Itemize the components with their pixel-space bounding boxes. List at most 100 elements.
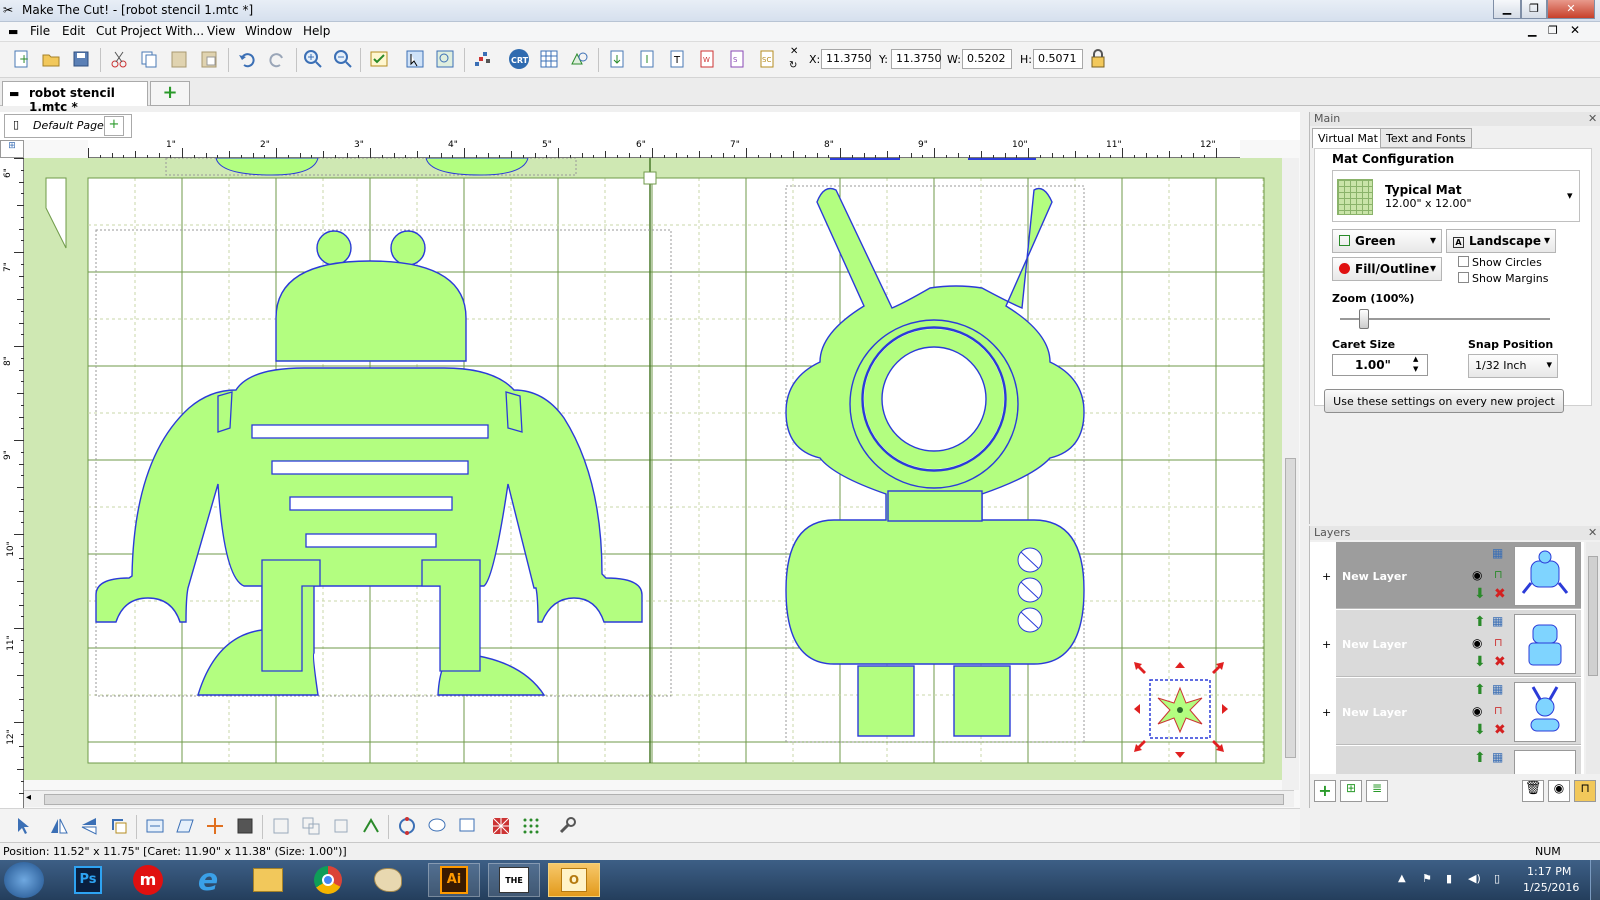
copy-button[interactable] — [136, 46, 162, 72]
lock-all-icon[interactable]: ⊓ — [1574, 780, 1596, 802]
layer-visible-icon[interactable]: ◉ — [1472, 568, 1482, 582]
welding-button[interactable] — [566, 46, 592, 72]
rectangle-icon[interactable] — [454, 813, 480, 839]
add-tab-button[interactable]: + — [150, 81, 190, 106]
add-layer-button[interactable]: + — [1314, 780, 1336, 802]
layer-visible-icon[interactable]: ◉ — [1472, 636, 1482, 650]
layer-grid-icon[interactable]: ▦ — [1492, 546, 1503, 560]
layers-scroll-thumb[interactable] — [1588, 556, 1598, 676]
import-text-button[interactable]: T — [664, 46, 690, 72]
redo-button[interactable] — [264, 46, 290, 72]
battery-icon[interactable]: ▯ — [1494, 872, 1500, 885]
ie-icon[interactable]: e — [182, 863, 234, 898]
zoom-slider-track[interactable] — [1340, 318, 1550, 320]
layer-row[interactable]: New Layer ⬆ ▦ ◉ ⊓ ⬇ ✖ — [1336, 610, 1581, 677]
menu-cut-project[interactable]: Cut Project With... — [96, 24, 204, 38]
file-explorer-icon[interactable] — [242, 863, 294, 897]
layer-up-icon[interactable]: ⬆ — [1474, 750, 1486, 766]
minimize-button[interactable]: ▁ — [1493, 0, 1521, 19]
pixel-trace-button[interactable] — [470, 46, 496, 72]
layer-down-icon[interactable]: ⬇ — [1474, 654, 1486, 670]
width-field[interactable]: 0.5202 — [962, 49, 1012, 69]
import-wpc-button[interactable]: W — [694, 46, 720, 72]
align-icon[interactable] — [202, 813, 228, 839]
expand-icon[interactable]: + — [1322, 570, 1331, 583]
menu-window[interactable]: Window — [245, 24, 292, 38]
vertical-scroll-thumb[interactable] — [1285, 458, 1296, 758]
layer-down-icon[interactable]: ⬇ — [1474, 722, 1486, 738]
scroll-left-icon[interactable]: ◂ — [26, 792, 31, 803]
mdi-close-button[interactable]: ✕ — [1570, 23, 1580, 37]
add-page-button[interactable]: + — [104, 116, 124, 136]
paste-special-button[interactable] — [196, 46, 222, 72]
show-margins-checkbox[interactable]: Show Margins — [1458, 272, 1548, 285]
orientation-select[interactable]: A Landscape — [1446, 229, 1556, 253]
flip-vertical-icon[interactable] — [76, 813, 102, 839]
tray-up-icon[interactable]: ▲ — [1398, 873, 1406, 884]
snap-position-select[interactable]: 1/32 Inch — [1468, 354, 1558, 378]
layer-unlock-icon[interactable]: ⊓ — [1494, 704, 1503, 717]
layers-close-icon[interactable]: ✕ — [1588, 526, 1597, 539]
layer-row-partial[interactable]: ⬆ ▦ — [1336, 746, 1581, 774]
layer-delete-icon[interactable]: ✖ — [1494, 654, 1506, 670]
y-field[interactable]: 11.3750 — [891, 49, 942, 69]
wrench-icon[interactable] — [554, 813, 580, 839]
import-scut-button[interactable]: SC — [754, 46, 780, 72]
layer-grid-icon[interactable]: ▦ — [1492, 682, 1503, 696]
make-the-cut-task-icon[interactable]: THE — [488, 863, 540, 897]
layers-scrollbar[interactable] — [1586, 542, 1600, 774]
network-icon[interactable]: ▮ — [1446, 872, 1452, 885]
mat-canvas[interactable] — [24, 157, 1294, 780]
layer-grid-icon[interactable]: ▦ — [1492, 614, 1503, 628]
layer-up-icon[interactable]: ⬆ — [1474, 614, 1486, 630]
menu-view[interactable]: View — [207, 24, 235, 38]
flip-horizontal-icon[interactable] — [46, 813, 72, 839]
group-icon[interactable] — [268, 813, 294, 839]
trace-button[interactable] — [432, 46, 458, 72]
x-field[interactable]: 11.3750 — [821, 49, 872, 69]
layer-delete-icon[interactable]: ✖ — [1494, 722, 1506, 738]
spinner-up-icon[interactable]: ▲ — [1413, 355, 1418, 363]
clock-date[interactable]: 1/25/2016 — [1523, 881, 1579, 894]
weld-icon[interactable] — [328, 813, 354, 839]
layer-row[interactable]: New Layer ⬆ ▦ ◉ ⊓ ⬇ ✖ — [1336, 678, 1581, 745]
start-button[interactable] — [4, 862, 44, 898]
mdi-minimize-button[interactable]: ▁ — [1528, 24, 1536, 37]
paste-button[interactable] — [166, 46, 192, 72]
crt-button[interactable]: CRT — [506, 46, 532, 72]
horizontal-scroll-thumb[interactable] — [44, 794, 1284, 805]
caret-size-field[interactable]: 1.00" ▲ ▼ — [1332, 354, 1428, 376]
layer-unlock-icon[interactable]: ⊓ — [1494, 636, 1503, 649]
vertical-scrollbar[interactable] — [1282, 158, 1299, 790]
tab-robot-stencil[interactable]: ▬ robot stencil 1.mtc * — [2, 81, 148, 114]
speech-bubble-icon[interactable] — [424, 813, 450, 839]
outlook-icon[interactable]: O — [548, 863, 600, 897]
view-mode-select[interactable]: Fill/Outline — [1332, 257, 1442, 281]
pattern-fill-icon[interactable] — [488, 813, 514, 839]
mat-select[interactable]: Typical Mat 12.00" x 12.00" ▾ — [1332, 170, 1580, 222]
tray-flag-icon[interactable]: ⚑ — [1422, 872, 1432, 885]
pointer-icon[interactable] — [10, 813, 36, 839]
layer-visible-icon[interactable]: ◉ — [1472, 704, 1482, 718]
use-settings-button[interactable]: Use these settings on every new project — [1324, 389, 1564, 413]
save-button[interactable] — [68, 46, 94, 72]
new-button[interactable]: + — [8, 46, 34, 72]
close-button[interactable]: ✕ — [1547, 0, 1595, 19]
layer-delete-icon[interactable]: ✖ — [1494, 586, 1506, 602]
mat-color-select[interactable]: Green — [1332, 229, 1442, 253]
show-desktop-button[interactable] — [1590, 860, 1600, 900]
layer-unlock-icon[interactable]: ⊓ — [1494, 568, 1503, 581]
resize-icon[interactable] — [142, 813, 168, 839]
height-field[interactable]: 0.5071 — [1033, 49, 1083, 69]
page-settings-button[interactable] — [366, 46, 392, 72]
skew-icon[interactable] — [172, 813, 198, 839]
lock-icon[interactable] — [1085, 46, 1111, 72]
tab-virtual-mat[interactable]: Virtual Mat — [1312, 128, 1384, 148]
node-edit-icon[interactable] — [358, 813, 384, 839]
ellipse-icon[interactable] — [394, 813, 420, 839]
rotate-icon[interactable] — [106, 813, 132, 839]
layer-grid-icon[interactable]: ▦ — [1492, 750, 1503, 764]
illustrator-icon[interactable]: Ai — [428, 863, 480, 897]
dot-grid-icon[interactable] — [518, 813, 544, 839]
import-pdf-button[interactable] — [634, 46, 660, 72]
